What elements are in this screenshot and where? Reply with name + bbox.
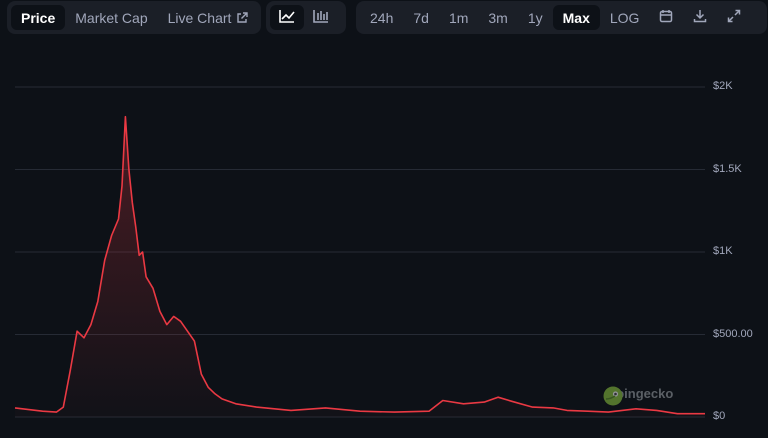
time-range-selector: 24h 7d 1m 3m 1y Max LOG xyxy=(356,1,767,34)
range-1y[interactable]: 1y xyxy=(518,5,553,30)
price-chart[interactable]: $2K $1.5K $1K $500.00 $0 coingecko xyxy=(0,36,768,438)
chart-canvas xyxy=(14,86,705,418)
y-tick-label: $0 xyxy=(713,410,726,422)
expand-icon xyxy=(727,9,741,26)
line-chart-button[interactable] xyxy=(270,5,304,30)
range-24h[interactable]: 24h xyxy=(360,5,403,30)
live-chart-label: Live Chart xyxy=(167,9,232,26)
coingecko-watermark: coingecko xyxy=(603,386,673,406)
candlestick-chart-button[interactable] xyxy=(304,5,338,30)
candlestick-chart-icon xyxy=(313,9,329,26)
download-button[interactable] xyxy=(683,5,717,30)
chart-type-tabs: Price Market Cap Live Chart xyxy=(7,1,261,34)
range-3m[interactable]: 3m xyxy=(478,5,517,30)
fullscreen-button[interactable] xyxy=(717,5,751,30)
price-area xyxy=(15,116,705,417)
external-link-icon xyxy=(236,11,249,24)
range-1m[interactable]: 1m xyxy=(439,5,478,30)
date-range-button[interactable] xyxy=(649,5,683,30)
log-scale-toggle[interactable]: LOG xyxy=(600,5,650,30)
y-tick-label: $1.5K xyxy=(713,162,742,175)
line-chart-icon xyxy=(279,9,295,26)
chart-toolbar: Price Market Cap Live Chart 24h 7d 1m 3m… xyxy=(0,0,768,36)
chart-style-toggle xyxy=(266,1,346,34)
price-chart-widget: Price Market Cap Live Chart 24h 7d 1m 3m… xyxy=(0,0,768,438)
download-icon xyxy=(693,9,707,26)
range-7d[interactable]: 7d xyxy=(403,5,439,30)
y-tick-label: $2K xyxy=(713,80,733,92)
range-max[interactable]: Max xyxy=(552,5,600,30)
y-tick-label: $500.00 xyxy=(713,327,753,340)
tab-market-cap[interactable]: Market Cap xyxy=(65,5,157,30)
y-tick-label: $1K xyxy=(713,245,733,257)
tab-live-chart[interactable]: Live Chart xyxy=(158,5,259,30)
calendar-icon xyxy=(659,9,673,26)
tab-price[interactable]: Price xyxy=(11,5,66,30)
